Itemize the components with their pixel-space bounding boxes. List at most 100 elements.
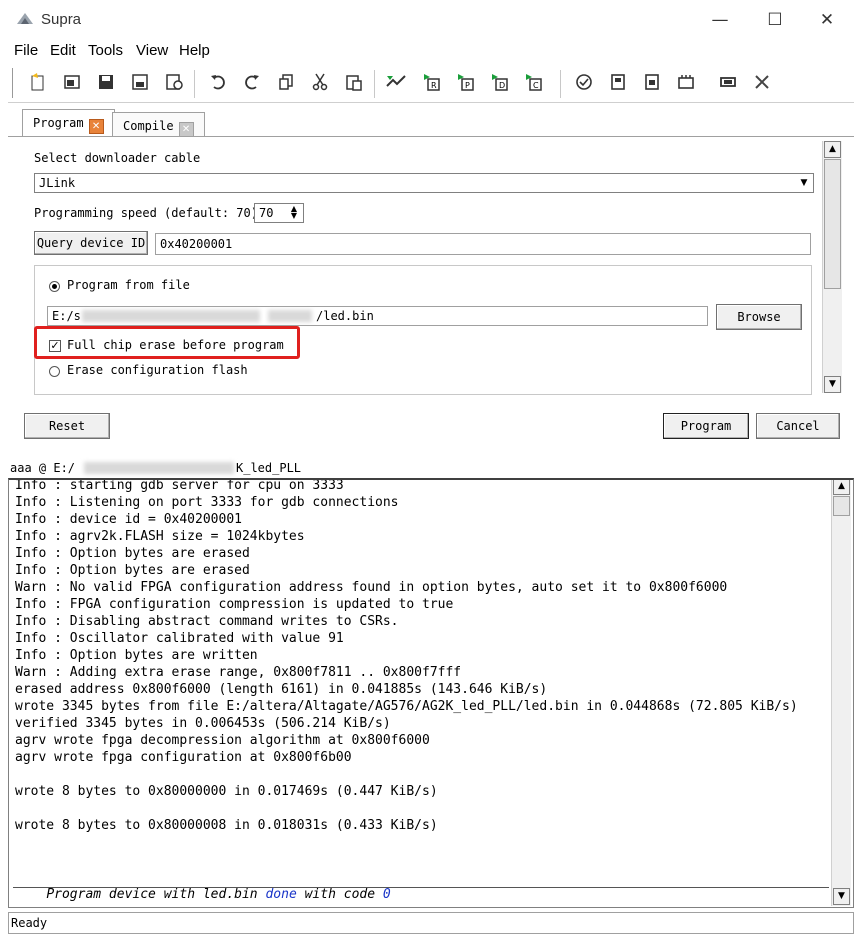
status-bar: Ready [8,912,854,934]
run-d-icon[interactable]: D [488,72,512,94]
cable-select[interactable]: JLink ▼ [34,173,814,193]
log-done-text: Program device with led.bin [46,887,266,902]
run-r-icon[interactable]: R [420,72,444,94]
browse-button[interactable]: Browse [716,304,802,330]
svg-text:R: R [431,81,437,90]
tab-program[interactable]: Program ✕ [22,109,115,138]
file-path-field[interactable]: E:/s /led.bin [47,306,708,326]
speed-value: 70 [259,206,274,220]
tab-close-icon[interactable]: ✕ [88,119,104,134]
highlight-full-erase [34,326,300,359]
file-path-start: E:/s [52,309,81,323]
toolbar-separator [560,70,561,98]
log-done-code: 0 [382,887,391,902]
menu-file[interactable]: File [14,42,38,59]
log-line: Info : starting gdb server for cpu on 33… [15,478,344,493]
scroll-thumb[interactable] [833,496,850,516]
cancel-button[interactable]: Cancel [756,413,840,439]
run-c-icon[interactable]: C [522,72,546,94]
erase-config-radio[interactable] [49,366,60,377]
chevron-down-icon[interactable]: ▼ [797,176,811,190]
log-line: Info : Disabling abstract command writes… [15,614,399,629]
menu-edit[interactable]: Edit [50,42,76,59]
log-line: wrote 8 bytes to 0x80000008 in 0.018031s… [15,818,438,833]
log-header-suffix: K_led_PLL [236,461,302,475]
undo-icon[interactable] [206,72,230,94]
maximize-button[interactable]: ☐ [755,6,795,34]
save-as-icon[interactable] [128,72,152,94]
log-line: wrote 8 bytes to 0x80000000 in 0.017469s… [15,784,438,799]
log-line: Info : agrv2k.FLASH size = 1024kbytes [15,529,305,544]
settings-icon[interactable] [162,72,186,94]
log-line: agrv wrote fpga configuration at 0x800f6… [15,750,352,765]
log-line: Info : FPGA configuration compression is… [15,597,454,612]
program-from-file-label: Program from file [67,278,190,292]
chip-alt-icon[interactable] [640,72,664,94]
cut-icon[interactable] [308,72,332,94]
check-icon[interactable] [572,72,596,94]
menu-tools[interactable]: Tools [88,42,123,59]
tab-close-icon[interactable]: ✕ [178,122,194,137]
spin-arrows-icon[interactable]: ▲ ▼ [287,205,301,220]
log-header: aaa @ E:/ K_led_PLL [8,458,854,478]
menu-bar: File Edit Tools View Help [0,40,862,62]
minimize-button[interactable]: — [700,6,740,34]
save-icon[interactable] [94,72,118,94]
new-project-icon[interactable] [26,72,50,94]
scroll-down-icon[interactable]: ▼ [824,376,841,393]
tab-compile[interactable]: Compile ✕ [112,112,205,138]
device-id-field[interactable]: 0x40200001 [155,233,811,255]
toolbar-grip[interactable] [8,68,13,98]
chip-icon[interactable] [606,72,630,94]
log-line: Info : device id = 0x40200001 [15,512,242,527]
window-title: Supra [41,11,82,28]
log-done-text: with code [296,887,383,902]
reset-button[interactable]: Reset [24,413,110,439]
query-device-id-button[interactable]: Query device ID [34,231,148,255]
toolbar-separator [374,70,375,98]
log-header-prefix: aaa @ E:/ [10,461,76,475]
log-line: agrv wrote fpga decompression algorithm … [15,733,430,748]
log-divider [13,887,829,888]
log-line: Info : Listening on port 3333 for gdb co… [15,495,399,510]
erase-config-label: Erase configuration flash [67,363,248,377]
log-line: verified 3345 bytes in 0.006453s (506.21… [15,716,391,731]
log-line: Info : Oscillator calibrated with value … [15,631,344,646]
tab-bar: Program ✕ Compile ✕ [8,105,854,138]
log-scrollbar[interactable]: ▲ ▼ [831,480,851,906]
log-line: erased address 0x800f6000 (length 6161) … [15,682,548,697]
panel-scrollbar[interactable]: ▲ ▼ [822,141,842,393]
redacted-path [82,310,260,322]
paste-icon[interactable] [342,72,366,94]
analyze-icon[interactable] [384,72,408,94]
menu-view[interactable]: View [136,42,168,59]
log-line: Info : Option bytes are written [15,648,258,663]
toolbar-separator [194,70,195,98]
log-done-status: done [265,887,297,902]
redo-icon[interactable] [240,72,264,94]
program-from-file-radio[interactable] [49,281,60,292]
scroll-up-icon[interactable]: ▲ [833,480,850,495]
close-button[interactable]: ✕ [807,6,847,34]
clear-icon[interactable] [750,72,774,94]
svg-text:C: C [533,81,539,90]
programmer-icon[interactable] [674,72,698,94]
scroll-up-icon[interactable]: ▲ [824,141,841,158]
log-line: Warn : Adding extra erase range, 0x800f7… [15,665,462,680]
program-button[interactable]: Program [663,413,749,439]
device-icon[interactable] [716,72,740,94]
log-line: Warn : No valid FPGA configuration addre… [15,580,728,595]
log-line: wrote 3345 bytes from file E:/altera/Alt… [15,699,798,714]
open-icon[interactable] [60,72,84,94]
copy-icon[interactable] [274,72,298,94]
file-path-end: /led.bin [316,309,374,323]
scroll-thumb[interactable] [824,159,841,289]
scroll-down-icon[interactable]: ▼ [833,888,850,905]
svg-text:P: P [465,81,470,90]
run-p-icon[interactable]: P [454,72,478,94]
select-cable-label: Select downloader cable [34,151,201,165]
menu-help[interactable]: Help [179,42,210,59]
log-output[interactable]: Info : starting gdb server for cpu on 33… [8,478,854,908]
app-icon [17,13,33,24]
speed-spinbox[interactable]: 70 ▲ ▼ [254,203,304,223]
